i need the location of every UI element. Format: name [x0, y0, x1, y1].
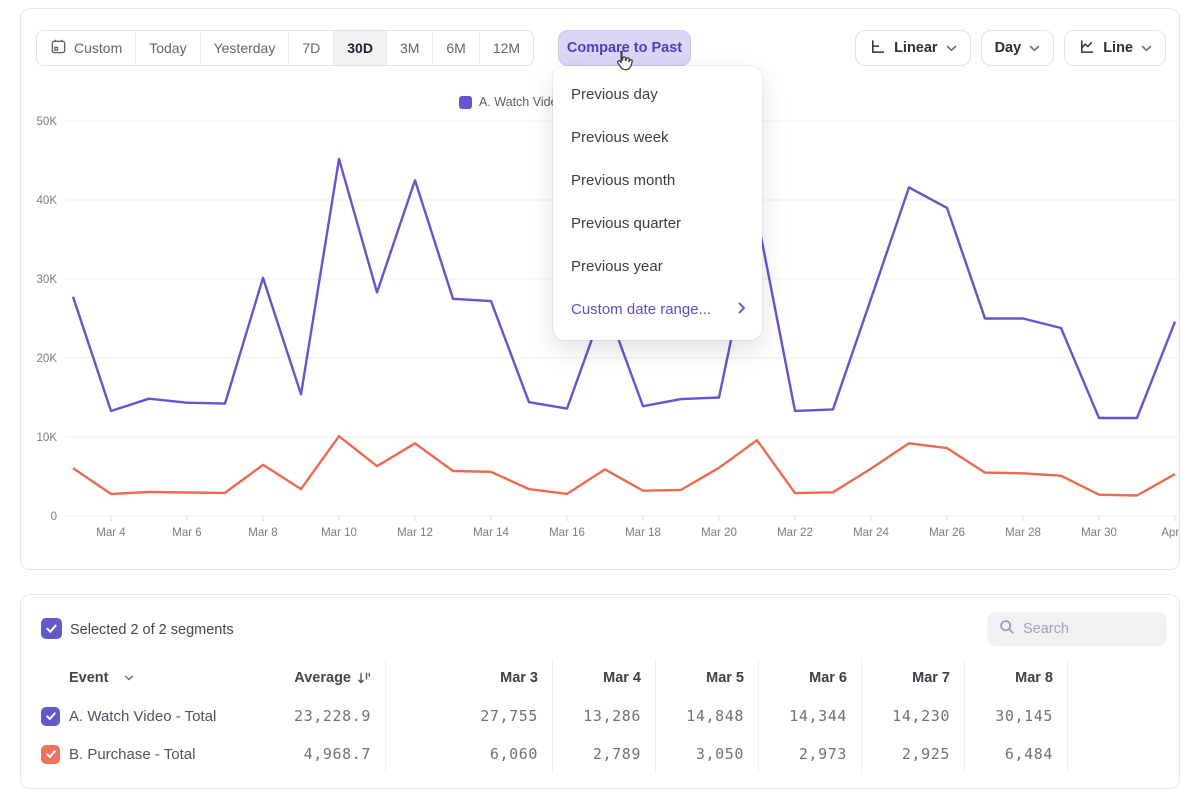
- segment-value: 14,230: [861, 697, 964, 735]
- svg-text:Mar 24: Mar 24: [853, 527, 889, 539]
- segment-name: A. Watch Video - Total: [69, 708, 216, 725]
- menu-item-custom-date-range[interactable]: Custom date range...: [553, 288, 762, 331]
- svg-text:Mar 20: Mar 20: [701, 527, 737, 539]
- column-header-event[interactable]: Event: [21, 659, 266, 697]
- search-input[interactable]: [1023, 621, 1143, 637]
- segment-name: B. Purchase - Total: [69, 746, 195, 763]
- segment-row-label: A. Watch Video - Total: [21, 697, 266, 735]
- svg-text:Mar 4: Mar 4: [96, 527, 126, 539]
- segment-value: 2,925: [861, 735, 964, 773]
- segment-value: 2,789: [552, 735, 655, 773]
- svg-text:Apr 1: Apr 1: [1161, 527, 1179, 539]
- mouse-cursor-hand-icon: [611, 49, 635, 78]
- svg-text:Mar 18: Mar 18: [625, 527, 661, 539]
- segment-value: 30,145: [964, 697, 1067, 735]
- column-header-mar-6[interactable]: Mar 6: [758, 659, 861, 697]
- menu-item-previous-week[interactable]: Previous week: [553, 116, 762, 159]
- menu-item-previous-month[interactable]: Previous month: [553, 159, 762, 202]
- svg-text:Mar 22: Mar 22: [777, 527, 813, 539]
- svg-text:0: 0: [51, 511, 57, 523]
- svg-text:40K: 40K: [37, 195, 58, 207]
- segments-table: EventAverageMar 3Mar 4Mar 5Mar 6Mar 7Mar…: [21, 659, 1180, 773]
- segment-row-label: B. Purchase - Total: [21, 735, 266, 773]
- selected-summary: Selected 2 of 2 segments: [70, 622, 234, 638]
- segments-panel: Selected 2 of 2 segments EventAverageMar…: [20, 594, 1180, 789]
- svg-text:Mar 30: Mar 30: [1081, 527, 1117, 539]
- svg-text:Mar 6: Mar 6: [172, 527, 201, 539]
- column-header-mar-4[interactable]: Mar 4: [552, 659, 655, 697]
- segment-value: 6,060: [385, 735, 552, 773]
- svg-text:Mar 28: Mar 28: [1005, 527, 1041, 539]
- sort-descending-icon: [357, 671, 371, 685]
- segment-checkbox[interactable]: [41, 745, 60, 764]
- segment-value: 3,050: [655, 735, 758, 773]
- chevron-down-icon: [124, 675, 134, 681]
- column-header-next-partial[interactable]: M: [1067, 659, 1180, 697]
- segment-value: 6,484: [964, 735, 1067, 773]
- search-icon: [999, 619, 1015, 640]
- segment-value: 14,344: [758, 697, 861, 735]
- compare-to-past-menu: Previous dayPrevious weekPrevious monthP…: [553, 66, 762, 340]
- segment-value: 2,973: [758, 735, 861, 773]
- svg-text:50K: 50K: [37, 116, 58, 128]
- menu-item-previous-year[interactable]: Previous year: [553, 245, 762, 288]
- svg-text:10K: 10K: [37, 432, 58, 444]
- svg-text:30K: 30K: [37, 274, 58, 286]
- menu-item-previous-quarter[interactable]: Previous quarter: [553, 202, 762, 245]
- column-header-mar-8[interactable]: Mar 8: [964, 659, 1067, 697]
- chevron-right-icon: [738, 301, 746, 318]
- svg-text:Mar 26: Mar 26: [929, 527, 965, 539]
- segment-value-partial: 15,: [1067, 697, 1180, 735]
- segment-average: 4,968.7: [266, 735, 385, 773]
- menu-item-previous-day[interactable]: Previous day: [553, 73, 762, 116]
- svg-text:Mar 16: Mar 16: [549, 527, 585, 539]
- column-header-mar-7[interactable]: Mar 7: [861, 659, 964, 697]
- dashboard-page: Custom TodayYesterday7D30D3M6M12M Compar…: [0, 0, 1200, 802]
- segment-value: 14,848: [655, 697, 758, 735]
- segment-value: 27,755: [385, 697, 552, 735]
- column-header-mar-3[interactable]: Mar 3: [385, 659, 552, 697]
- svg-text:20K: 20K: [37, 353, 58, 365]
- svg-text:Mar 8: Mar 8: [248, 527, 277, 539]
- select-all-checkbox[interactable]: [41, 618, 62, 639]
- segment-value-partial: 3,: [1067, 735, 1180, 773]
- segment-average: 23,228.9: [266, 697, 385, 735]
- svg-text:Mar 10: Mar 10: [321, 527, 357, 539]
- segment-value: 13,286: [552, 697, 655, 735]
- svg-text:Mar 14: Mar 14: [473, 527, 509, 539]
- svg-text:Mar 12: Mar 12: [397, 527, 433, 539]
- segment-checkbox[interactable]: [41, 707, 60, 726]
- column-header-mar-5[interactable]: Mar 5: [655, 659, 758, 697]
- column-header-average[interactable]: Average: [266, 659, 385, 697]
- search-box[interactable]: [987, 612, 1167, 646]
